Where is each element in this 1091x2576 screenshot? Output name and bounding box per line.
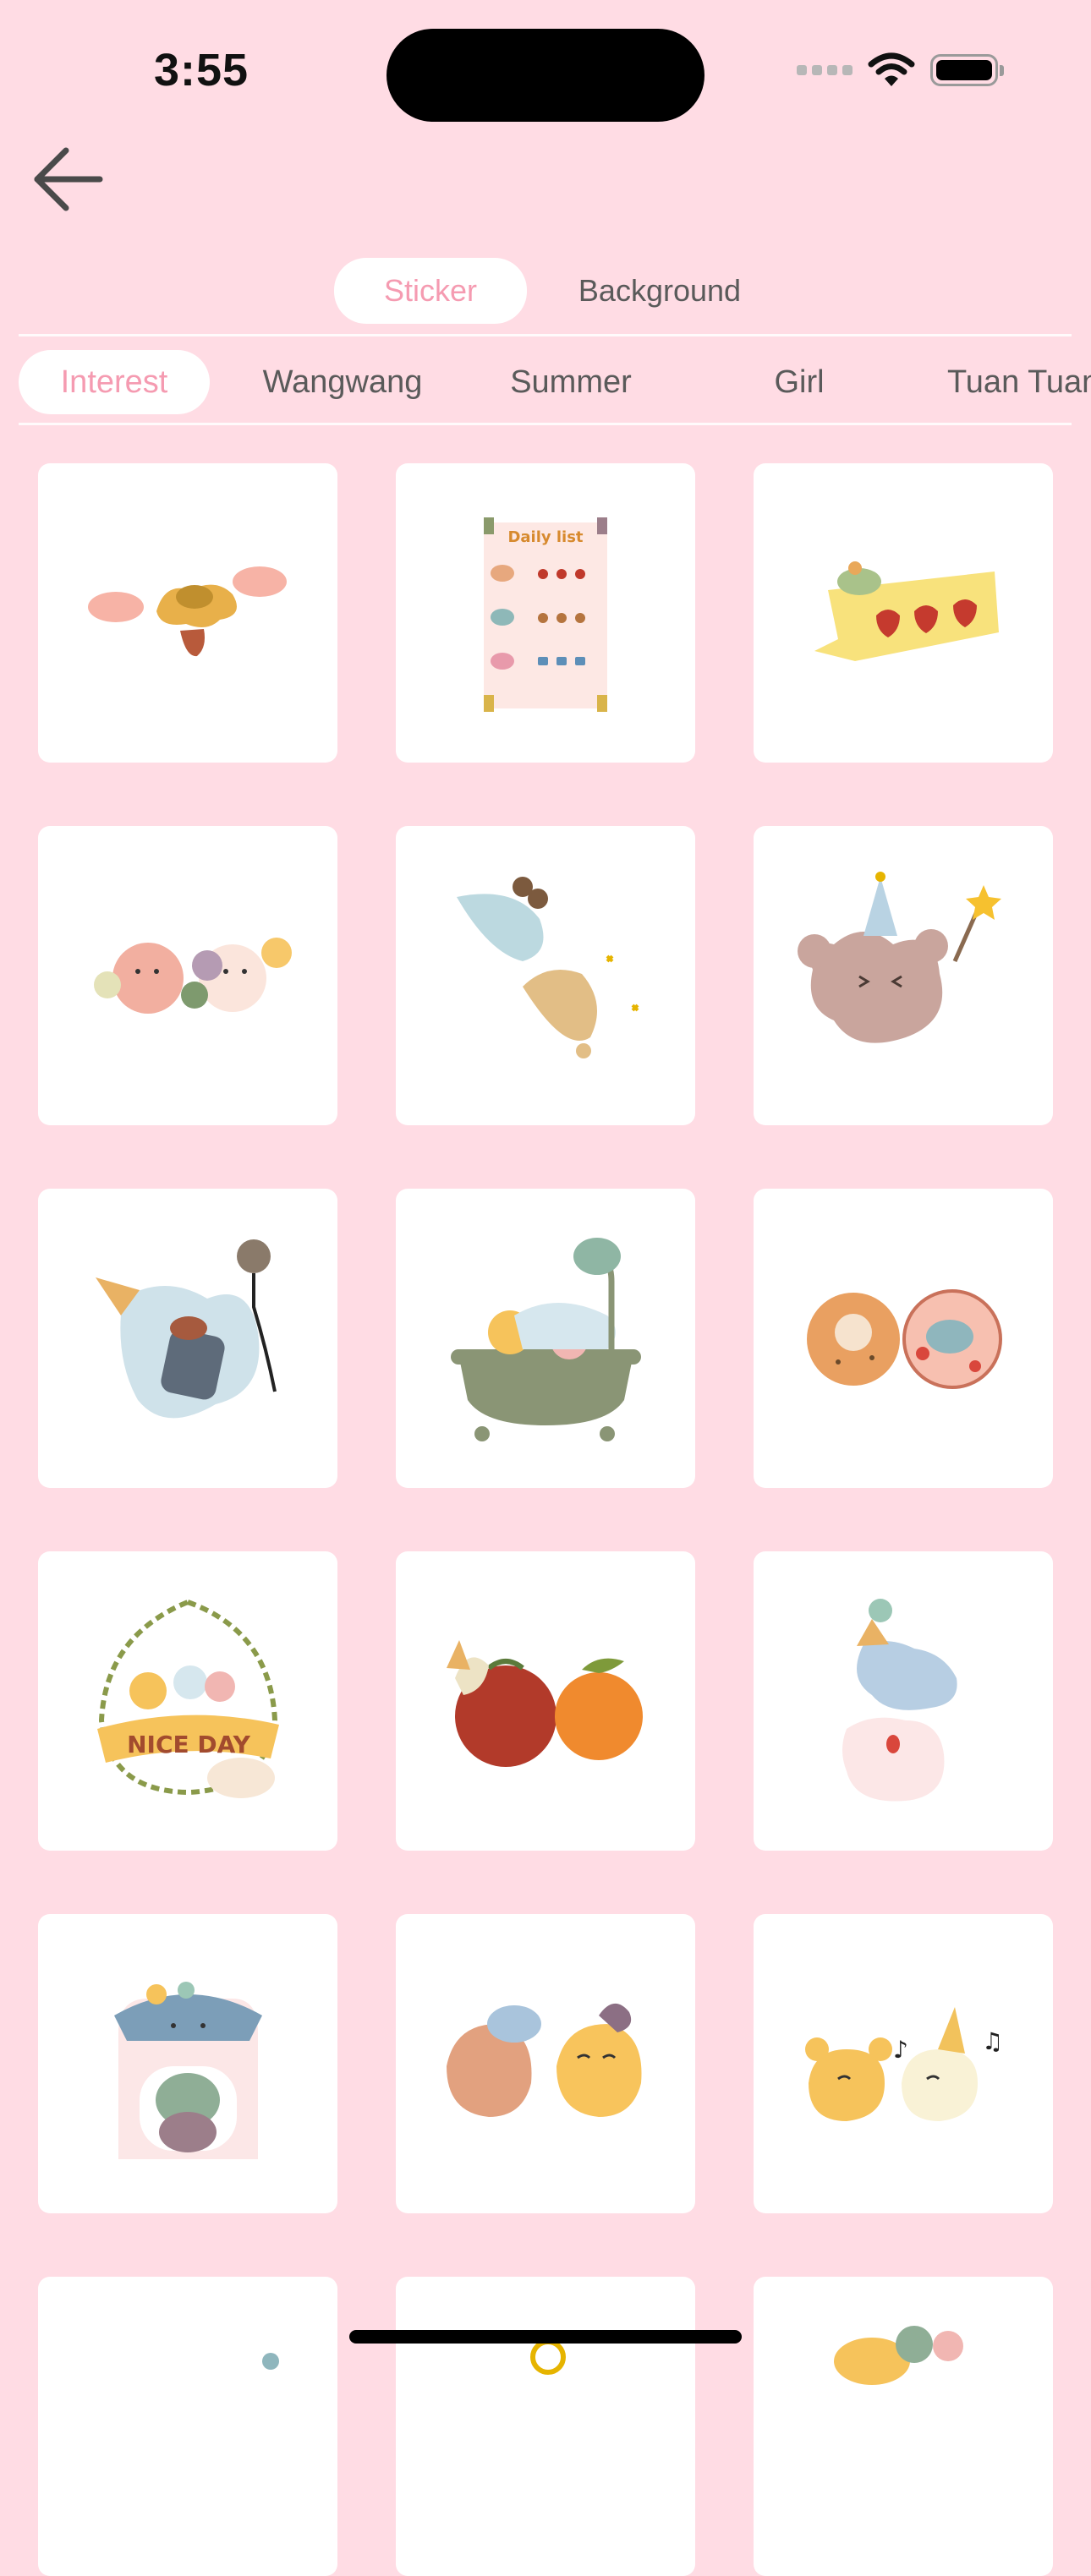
cookies-sticker-icon [807,1289,1002,1389]
tab-divider [19,334,1072,336]
fruits-sticker-icon [447,1640,643,1767]
cellular-signal-icon [797,65,853,75]
tab-girl[interactable]: Girl [702,350,896,414]
tab-background[interactable]: Background [541,258,778,324]
category-divider [19,423,1072,425]
status-time: 3:55 [154,45,249,96]
sticker-card[interactable] [396,1914,695,2213]
tab-sticker[interactable]: Sticker [334,258,527,324]
home-indicator[interactable] [349,2330,742,2344]
sticker-card[interactable] [38,1914,337,2213]
tab-summer[interactable]: Summer [474,350,668,414]
sticker-card[interactable] [38,826,337,1125]
mode-tabs: Sticker Background [0,258,1091,330]
svg-text:♫: ♫ [982,2027,1003,2055]
sticker-card[interactable] [754,1551,1053,1851]
back-button[interactable] [25,135,110,220]
singing-unicorn-sticker-icon [96,1239,277,1419]
sticker-card[interactable] [396,1551,695,1851]
sticker-card[interactable]: NICE DAY [38,1551,337,1851]
daily-list-caption: Daily list [507,528,583,546]
music-friends-sticker-icon: ♪ ♫ [805,2007,1003,2121]
flower-sticker-icon [88,566,287,657]
tab-interest[interactable]: Interest [19,350,210,414]
sticker-card[interactable] [754,463,1053,763]
sticker-card[interactable] [754,826,1053,1125]
tab-wangwang[interactable]: Wangwang [237,350,448,414]
sticker-card[interactable]: Daily list [396,463,695,763]
partial-sticker-icon [834,2326,963,2385]
sticker-card[interactable]: ♪ ♫ [754,1914,1053,2213]
sticker-card[interactable] [754,2277,1053,2576]
dynamic-island [387,29,704,122]
sticker-card[interactable] [396,2277,695,2576]
status-icons [797,52,1004,88]
category-tabs: Interest Wangwang Summer Girl Tuan Tuan [0,347,1091,414]
wifi-icon [868,52,915,86]
sticker-card[interactable] [38,463,337,763]
sticker-card[interactable] [754,1189,1053,1488]
sticker-card[interactable] [396,826,695,1125]
sticker-card[interactable] [396,1189,695,1488]
friends-group-sticker-icon [94,938,292,1014]
nice-day-caption: NICE DAY [127,1731,251,1758]
bathtub-sticker-icon [451,1238,641,1441]
status-bar: 3:55 [0,0,1091,135]
partial-sticker-icon [262,2353,279,2370]
svg-text:♪: ♪ [893,2036,908,2064]
battery-icon [930,54,1004,86]
stacked-friends-sticker-icon [842,1599,957,1802]
nice-day-wreath-sticker-icon: NICE DAY [97,1599,279,1798]
tab-tuan-tuan[interactable]: Tuan Tuan [930,350,1091,414]
gacha-machine-sticker-icon [114,1982,262,2159]
strawberry-banner-sticker-icon [814,561,999,661]
partial-sticker-icon [530,2339,566,2375]
arrow-left-icon [34,147,103,211]
party-bear-sticker-icon [798,872,1001,1043]
sticker-card[interactable] [38,2277,337,2576]
hugging-friends-sticker-icon [447,2003,642,2117]
sticker-card[interactable] [38,1189,337,1488]
daily-list-sticker-icon: Daily list [484,517,607,712]
bears-jumping-sticker-icon [457,877,639,1058]
